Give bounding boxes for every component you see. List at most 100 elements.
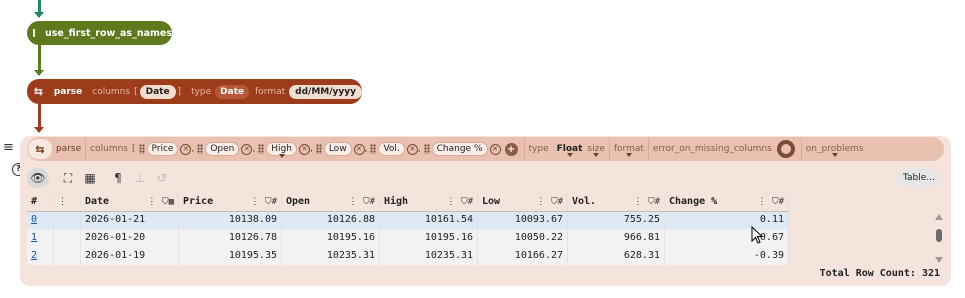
node-label: use_first_row_as_names [44, 27, 172, 39]
keyword-columns: columns [90, 144, 128, 154]
cell-vol: 966.81 [568, 229, 665, 247]
header-open[interactable]: Open ⋮ ⛉# [282, 193, 380, 211]
swap-arrows-icon: ⇆ [33, 85, 44, 98]
insert-icon[interactable]: ⊥ [129, 168, 151, 188]
header-spacer[interactable]: ⋮ [54, 193, 81, 211]
paragraph-icon[interactable]: ¶ [107, 168, 129, 188]
cell-change: 0.11 [665, 211, 789, 229]
connector-arrow [34, 127, 44, 133]
cell-low: 10166.27 [478, 247, 568, 265]
scroll-down-icon[interactable] [935, 257, 943, 263]
table-row[interactable]: 2 2026-01-19 10195.35 10235.31 10235.31 … [27, 247, 789, 265]
drag-handle-icon[interactable] [258, 144, 265, 154]
table-grid-icon[interactable]: ▦ [79, 168, 101, 188]
keyword-type: type [528, 144, 549, 154]
format-value[interactable]: dd/MM/yyyy [289, 84, 362, 99]
keyword-size[interactable]: size [587, 144, 605, 157]
cell-price: 10195.35 [179, 247, 282, 265]
cell-high: 10235.31 [380, 247, 478, 265]
cell-vol: 628.31 [568, 247, 665, 265]
total-label: Total Row Count: [819, 268, 916, 279]
cell-change: -0.67 [665, 229, 789, 247]
cell-change: -0.39 [665, 247, 789, 265]
table-row[interactable]: 0 2026-01-21 10138.09 10126.88 10161.54 … [27, 211, 789, 229]
cell-open: 10126.88 [282, 211, 380, 229]
keyword-type: type [191, 86, 212, 97]
cell-date: 2026-01-21 [81, 211, 179, 229]
header-low[interactable]: Low ⋮ ⛉# [478, 193, 568, 211]
column-pill-high[interactable]: High [266, 142, 297, 158]
remove-column-icon[interactable]: ✕ [180, 143, 192, 155]
header-change[interactable]: Change % ⋮ ⛉# [665, 193, 789, 211]
total-row-count: Total Row Count: 321 [790, 268, 940, 279]
cell-price: 10138.09 [179, 211, 282, 229]
cell-low: 10050.22 [478, 229, 568, 247]
mouse-pointer-icon [751, 225, 764, 247]
remove-column-icon[interactable]: ✕ [298, 143, 310, 155]
cell-price: 10126.78 [179, 229, 282, 247]
table-header-row: # ⋮ Date ⋮ ⛉▦ Price ⋮ ⛉# Open ⋮ ⛉# High ⋮ ⛉#… [27, 193, 789, 211]
remove-column-icon[interactable]: ✕ [406, 143, 418, 155]
connector-wire [38, 45, 41, 71]
connector-arrow [34, 12, 44, 18]
vertical-scrollbar[interactable] [934, 214, 944, 264]
cell-high: 10161.54 [380, 211, 478, 229]
drag-handle-icon[interactable] [370, 144, 377, 154]
viz-toolbar: 👁 ⛶ ▦ ¶ ⊥ ↺ [27, 167, 944, 189]
scroll-up-icon[interactable] [935, 214, 943, 220]
connector-wire [38, 104, 41, 128]
keyword-on-problems[interactable]: on_problems [806, 144, 863, 157]
node-parse-float[interactable]: ⇆ parse columns [ Price ✕ , Open ✕ , Hig… [27, 137, 944, 161]
table-row[interactable]: 1 2026-01-20 10126.78 10195.16 10195.16 … [27, 229, 789, 247]
header-price[interactable]: Price ⋮ ⛉# [179, 193, 282, 211]
bracket-open: [ [131, 144, 136, 154]
remove-column-icon[interactable]: ✕ [241, 143, 253, 155]
cell-vol: 755.25 [568, 211, 665, 229]
cell-date: 2026-01-19 [81, 247, 179, 265]
keyword-columns: columns [92, 86, 131, 97]
total-value: 321 [921, 268, 940, 279]
column-pill-price[interactable]: Price [146, 142, 179, 156]
keyword-parse: parse [56, 144, 82, 154]
remove-column-icon[interactable]: ✕ [353, 143, 365, 155]
type-value[interactable]: Float [557, 144, 582, 157]
toggle-switch[interactable] [776, 140, 795, 158]
keyword-error-on-missing-columns: error_on_missing_columns [652, 144, 772, 154]
row-index[interactable]: 2 [27, 247, 54, 265]
cell-open: 10235.31 [282, 247, 380, 265]
row-index[interactable]: 1 [27, 229, 54, 247]
cell-open: 10195.16 [282, 229, 380, 247]
data-table: # ⋮ Date ⋮ ⛉▦ Price ⋮ ⛉# Open ⋮ ⛉# High ⋮ ⛉#… [27, 193, 789, 265]
column-pill-open[interactable]: Open [205, 142, 240, 156]
column-pill-vol[interactable]: Vol. [378, 142, 405, 156]
column-pill-change[interactable]: Change % [431, 142, 488, 156]
cursor-text-icon: I [31, 26, 37, 40]
drag-handle-icon[interactable] [138, 144, 145, 154]
column-pill-date[interactable]: Date [139, 84, 176, 99]
cell-high: 10195.16 [380, 229, 478, 247]
remove-column-icon[interactable]: ✕ [489, 143, 501, 155]
undo-icon[interactable]: ↺ [151, 168, 173, 188]
row-index[interactable]: 0 [27, 211, 54, 229]
drag-handle-icon[interactable] [423, 144, 430, 154]
node-use-first-row-as-names[interactable]: I use_first_row_as_names [27, 21, 172, 45]
keyword-format: format [255, 86, 286, 97]
node-parse-date[interactable]: ⇆ parse columns [ Date ] type Date forma… [27, 79, 362, 104]
keyword-format[interactable]: format [614, 144, 644, 157]
drag-handle-icon[interactable] [197, 144, 204, 154]
eye-icon[interactable]: 👁 [27, 168, 49, 188]
table-button[interactable]: Table... [897, 169, 941, 187]
type-value[interactable]: Date [215, 84, 250, 99]
add-column-icon[interactable]: + [504, 142, 518, 156]
header-vol[interactable]: Vol. ⋮ ⛉# [568, 193, 665, 211]
header-high[interactable]: High ⋮ ⛉# [380, 193, 478, 211]
column-pill-low[interactable]: Low [323, 142, 352, 156]
cell-low: 10093.67 [478, 211, 568, 229]
header-date[interactable]: Date ⋮ ⛉▦ [81, 193, 179, 211]
bracket-open: [ [134, 86, 138, 97]
scroll-thumb[interactable] [936, 229, 942, 242]
cell-date: 2026-01-20 [81, 229, 179, 247]
drag-handle-icon[interactable] [315, 144, 322, 154]
header-index[interactable]: # [27, 193, 54, 211]
fullscreen-icon[interactable]: ⛶ [57, 168, 79, 188]
